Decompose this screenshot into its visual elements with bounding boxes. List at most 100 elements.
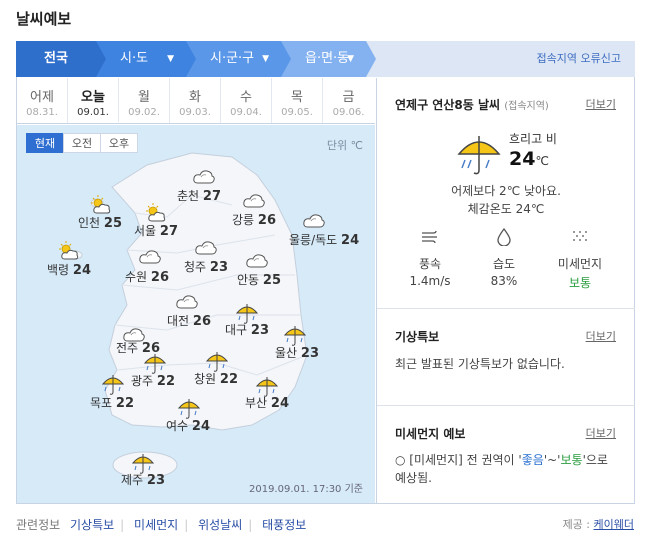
related-link-alert[interactable]: 기상특보: [70, 518, 114, 532]
city-temp: 26: [192, 314, 212, 329]
local-subtitle: (접속지역): [504, 101, 549, 112]
city-label[interactable]: 목포 22: [90, 394, 134, 411]
day-tabs: 어제 08.31. 오늘 09.01. 월 09.02. 화 09.03. 수 09.04…: [17, 78, 375, 124]
dust-good-text: 좋음: [521, 453, 544, 467]
dust-value: 보통: [568, 276, 592, 290]
local-weather-panel: 연제구 연산8동 날씨 (접속지역) 더보기 흐리고 비 24℃ 어제보다 2℃…: [376, 78, 635, 503]
day-tab-active[interactable]: 오늘 09.01.: [68, 78, 119, 123]
city-label[interactable]: 청주 23: [184, 258, 228, 275]
local-temp: 24: [509, 148, 536, 170]
city-label[interactable]: 광주 22: [131, 372, 175, 389]
separator: |: [248, 518, 253, 532]
day-tab[interactable]: 수 09.04.: [221, 78, 272, 123]
city-label[interactable]: 부산 24: [245, 394, 289, 411]
region-nav: 전국 시·도 ▼ 시·군·구 ▼ 읍·면·동 ▼ 접속지역 오류신고: [16, 41, 635, 77]
city-temp: 23: [146, 473, 166, 488]
cloud-icon: [245, 251, 269, 272]
day-tab[interactable]: 금 09.06.: [323, 78, 374, 123]
provider-link[interactable]: 케이웨더: [594, 518, 634, 531]
city-label[interactable]: 춘천 27: [177, 187, 221, 204]
local-more-link[interactable]: 더보기: [586, 96, 616, 112]
city-temp: 24: [191, 419, 211, 434]
city-label[interactable]: 강릉 26: [232, 211, 276, 228]
mode-am-tab[interactable]: 오전: [63, 133, 101, 153]
local-condition: 흐리고 비: [509, 132, 557, 146]
divider: [377, 308, 635, 309]
mode-pm-tab[interactable]: 오후: [100, 133, 138, 153]
city-label[interactable]: 제주 23: [121, 471, 165, 488]
humidity-drop-icon: [489, 227, 519, 249]
city-temp: 24: [270, 396, 290, 411]
city-label[interactable]: 안동 25: [237, 271, 281, 288]
city-name: 대구: [225, 323, 248, 337]
time-mode-tabs: 현재 오전 오후: [26, 133, 138, 153]
city-name: 서울: [134, 224, 157, 238]
related-label: 관련정보: [16, 518, 61, 532]
mode-now-tab[interactable]: 현재: [26, 133, 64, 153]
city-label[interactable]: 대전 26: [167, 312, 211, 329]
day-tab-name: 화: [189, 90, 201, 105]
divider: [377, 405, 635, 406]
humidity-label: 습도: [492, 257, 516, 271]
day-tab-name: 목: [291, 90, 303, 105]
city-name: 전주: [116, 341, 139, 355]
nav-arrow-divider: [96, 41, 106, 77]
local-temp-unit: ℃: [535, 154, 549, 168]
day-tab[interactable]: 화 09.03.: [170, 78, 221, 123]
cloud-icon: [242, 191, 266, 212]
alert-more-link[interactable]: 더보기: [586, 328, 616, 344]
related-link-dust[interactable]: 미세먼지: [134, 518, 178, 532]
nav-sigungu-label: 시·군·구: [210, 51, 255, 66]
city-label[interactable]: 서울 27: [134, 222, 178, 239]
unit-label: 단위 ℃: [326, 139, 363, 152]
cloud-icon: [302, 211, 326, 232]
day-tab-name: 금: [342, 90, 355, 105]
city-label[interactable]: 울산 23: [275, 344, 319, 361]
city-temp: 22: [156, 374, 176, 389]
dust-forecast-line2: 예상됨.: [395, 471, 432, 485]
dust-title: 미세먼지 예보: [395, 427, 466, 441]
city-name: 부산: [245, 396, 268, 410]
day-tab-date: 09.03.: [179, 107, 211, 118]
day-tab[interactable]: 목 09.05.: [272, 78, 323, 123]
dust-pre-text: ○ [미세먼지] 전 권역이 ': [395, 453, 522, 467]
report-link[interactable]: 접속지역 오류신고: [537, 41, 621, 77]
city-temp: 23: [209, 260, 229, 275]
dust-normal-text: 보통: [560, 453, 583, 467]
day-tab-date: 09.01.: [77, 107, 109, 118]
nav-sido-dropdown[interactable]: 시·도 ▼: [96, 41, 186, 77]
humidity-value: 83%: [490, 274, 518, 288]
nav-dong-label: 읍·면·동: [305, 51, 350, 66]
related-link-typhoon[interactable]: 태풍정보: [262, 518, 306, 532]
wind-label: 풍속: [418, 257, 442, 271]
city-temp: 27: [202, 189, 222, 204]
dust-more-link[interactable]: 더보기: [586, 425, 616, 441]
city-label[interactable]: 인천 25: [78, 214, 122, 231]
city-label[interactable]: 여수 24: [166, 417, 210, 434]
city-label[interactable]: 창원 22: [194, 370, 238, 387]
day-tab[interactable]: 월 09.02.: [119, 78, 170, 123]
nav-all-button[interactable]: 전국: [16, 41, 96, 77]
nav-arrow-divider: [366, 41, 376, 77]
local-feels: 체감온도 24℃: [467, 202, 545, 216]
city-label[interactable]: 백령 24: [47, 261, 91, 278]
nav-all-label: 전국: [44, 51, 68, 66]
dust-forecast-line1: ○ [미세먼지] 전 권역이 '좋음'~'보통'으로: [395, 451, 608, 468]
city-temp: 26: [257, 213, 277, 228]
city-temp: 25: [262, 273, 282, 288]
nav-dong-dropdown[interactable]: 읍·면·동 ▼: [281, 41, 366, 77]
city-temp: 22: [219, 372, 239, 387]
wind-icon: [415, 230, 445, 247]
related-link-satellite[interactable]: 위성날씨: [198, 518, 242, 532]
day-tab[interactable]: 어제 08.31.: [17, 78, 68, 123]
nav-sigungu-dropdown[interactable]: 시·군·구 ▼: [186, 41, 281, 77]
city-name: 여수: [166, 419, 189, 433]
city-name: 인천: [78, 216, 101, 230]
city-name: 목포: [90, 396, 113, 410]
city-name: 광주: [131, 374, 154, 388]
city-label[interactable]: 수원 26: [125, 268, 169, 285]
city-name: 울산: [275, 346, 298, 360]
city-label[interactable]: 울릉/독도 24: [289, 231, 359, 248]
city-label[interactable]: 대구 23: [225, 321, 269, 338]
alert-text: 최근 발표된 기상특보가 없습니다.: [395, 357, 565, 371]
